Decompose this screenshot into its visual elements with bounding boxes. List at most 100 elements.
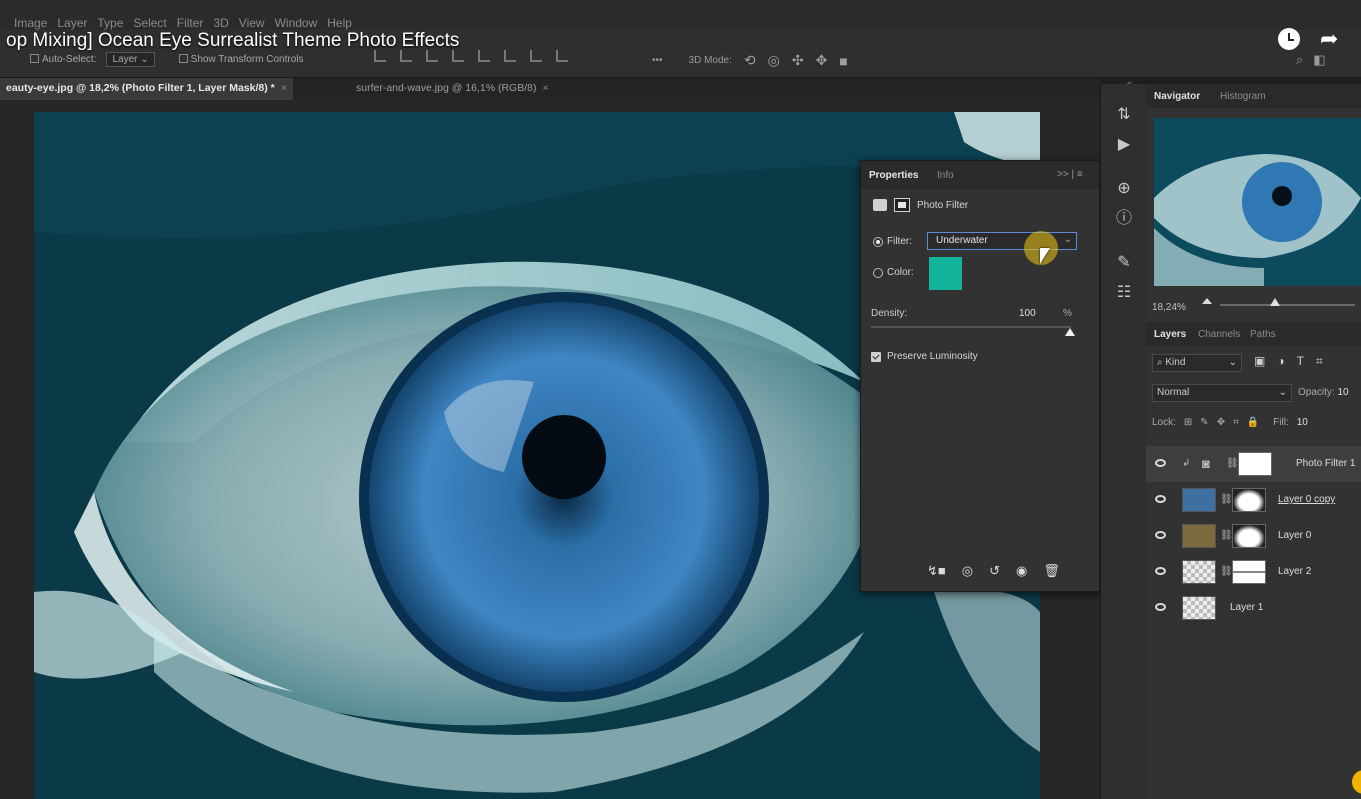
menu-type[interactable]: Type	[97, 16, 123, 30]
color-radio[interactable]	[873, 268, 883, 278]
history-icon[interactable]: ⇅	[1115, 106, 1133, 124]
share-icon[interactable]: ➦	[1320, 28, 1338, 50]
auto-select-checkbox[interactable]: Auto-Select:	[30, 54, 96, 65]
pan-3d-icon[interactable]: ✣	[792, 52, 804, 69]
layer-row-layer-0[interactable]: ⛓ Layer 0	[1146, 518, 1361, 554]
more-options-button[interactable]: •••	[652, 55, 663, 66]
tab-navigator[interactable]: Navigator	[1154, 91, 1200, 102]
color-swatch[interactable]	[929, 257, 962, 290]
menu-3d[interactable]: 3D	[213, 16, 228, 30]
lock-brush-icon[interactable]: ✎	[1200, 417, 1208, 428]
close-icon[interactable]: ×	[281, 82, 287, 94]
adjustment-filter-icon[interactable]: ◑	[1277, 354, 1284, 369]
distribute-left-icon[interactable]	[556, 50, 568, 62]
reset-icon[interactable]: ↺	[989, 563, 1000, 579]
lock-all-icon[interactable]: 🔒	[1247, 417, 1259, 428]
adjustments-icon[interactable]: ⊕	[1115, 180, 1133, 198]
link-icon[interactable]: ⛓	[1220, 530, 1233, 541]
panel-menu-icon[interactable]: >> | ≡	[1057, 169, 1083, 180]
layer-row-layer-1[interactable]: Layer 1	[1146, 590, 1361, 626]
eye-icon[interactable]	[1155, 567, 1166, 575]
menu-layer[interactable]: Layer	[57, 16, 87, 30]
layer-mask-thumbnail[interactable]	[1232, 488, 1266, 512]
tab-label: surfer-and-wave.jpg @ 16,1% (RGB/8)	[356, 82, 537, 94]
zoom-out-icon[interactable]	[1202, 298, 1212, 304]
distribute-vcenter-icon[interactable]	[504, 50, 516, 62]
tab-histogram[interactable]: Histogram	[1220, 91, 1266, 102]
layer-mask-icon[interactable]	[894, 198, 910, 212]
link-icon[interactable]: ⛓	[1220, 566, 1233, 577]
brush-settings-icon[interactable]: ✎	[1115, 254, 1133, 272]
density-slider[interactable]	[871, 326, 1071, 328]
layer-row-layer-0-copy[interactable]: ⛓ Layer 0 copy	[1146, 482, 1361, 518]
layer-thumbnail[interactable]	[1182, 524, 1216, 548]
show-transform-controls-checkbox[interactable]: Show Transform Controls	[178, 54, 304, 65]
scale-3d-icon[interactable]: ■	[839, 53, 847, 69]
opacity-value[interactable]: 10	[1337, 387, 1348, 398]
distribute-bottom-icon[interactable]	[530, 50, 542, 62]
menu-help[interactable]: Help	[327, 16, 352, 30]
layer-thumbnail[interactable]	[1182, 488, 1216, 512]
layer-row-layer-2[interactable]: ⛓ Layer 2	[1146, 554, 1361, 590]
distribute-top-icon[interactable]	[478, 50, 490, 62]
eye-icon[interactable]	[1155, 495, 1166, 503]
tab-properties[interactable]: Properties	[869, 170, 918, 181]
zoom-slider-handle[interactable]	[1270, 298, 1280, 306]
clock-icon[interactable]	[1278, 28, 1300, 50]
layer-thumbnail[interactable]	[1182, 560, 1216, 584]
navigator-thumbnail[interactable]	[1154, 118, 1361, 286]
menu-filter[interactable]: Filter	[177, 16, 204, 30]
search-icon[interactable]: ⌕	[1296, 52, 1303, 68]
eye-icon[interactable]	[1155, 531, 1166, 539]
menu-window[interactable]: Window	[275, 16, 318, 30]
roll-icon[interactable]: ◎	[768, 52, 780, 69]
play-actions-icon[interactable]: ▶	[1115, 136, 1133, 154]
close-icon[interactable]: ×	[542, 82, 548, 94]
trash-icon[interactable]: 🗑	[1043, 563, 1060, 579]
density-slider-handle[interactable]	[1065, 328, 1075, 336]
opacity-control[interactable]: Opacity: 10	[1298, 387, 1349, 398]
orbit-icon[interactable]: ⟲	[744, 52, 756, 69]
menu-select[interactable]: Select	[133, 16, 166, 30]
eye-icon[interactable]	[1155, 603, 1166, 611]
tab-info[interactable]: Info	[937, 170, 954, 181]
preserve-luminosity-checkbox[interactable]: Preserve Luminosity	[871, 351, 978, 362]
workspace-icon[interactable]: ◧	[1313, 52, 1325, 68]
lock-position-icon[interactable]: ✥	[1217, 417, 1225, 428]
menu-image[interactable]: Image	[14, 16, 47, 30]
shape-filter-icon[interactable]: ⌗	[1316, 354, 1323, 369]
navigator-zoom-slider[interactable]	[1220, 298, 1355, 306]
visibility-icon[interactable]: ◉	[1016, 563, 1027, 579]
filter-radio[interactable]	[873, 237, 883, 247]
link-icon[interactable]: ⛓	[1220, 494, 1233, 505]
image-filter-icon[interactable]: ▣	[1254, 354, 1265, 369]
slide-3d-icon[interactable]: ✥	[816, 52, 828, 69]
layer-mask-thumbnail[interactable]	[1232, 560, 1266, 584]
view-previous-state-icon[interactable]: ◎	[962, 563, 973, 579]
tab-surfer-and-wave[interactable]: surfer-and-wave.jpg @ 16,1% (RGB/8) ×	[350, 78, 555, 100]
fill-value[interactable]: 10	[1297, 417, 1308, 428]
menu-view[interactable]: View	[239, 16, 265, 30]
layer-kind-filter[interactable]: ⌕ Kind ⌄	[1152, 354, 1242, 372]
density-input[interactable]: 100	[1019, 308, 1036, 319]
lock-artboard-icon[interactable]: ⌗	[1233, 417, 1239, 428]
layer-mask-thumbnail[interactable]	[1232, 524, 1266, 548]
eye-icon[interactable]	[1155, 459, 1166, 467]
photo-filter-icon[interactable]	[873, 199, 887, 211]
sliders-icon[interactable]: ☷	[1115, 284, 1133, 302]
lock-pixels-icon[interactable]: ⊞	[1184, 417, 1192, 428]
auto-select-target-dropdown[interactable]: Layer ⌄	[106, 52, 155, 67]
tab-channels[interactable]: Channels	[1198, 329, 1240, 340]
layer-row-photo-filter-1[interactable]: ↲ ◙ ⛓ Photo Filter 1	[1146, 446, 1361, 482]
tab-beauty-eye[interactable]: eauty-eye.jpg @ 18,2% (Photo Filter 1, L…	[0, 78, 293, 100]
link-icon[interactable]: ⛓	[1226, 458, 1239, 469]
type-filter-icon[interactable]: T	[1297, 354, 1304, 369]
blend-mode-dropdown[interactable]: Normal ⌄	[1152, 384, 1292, 402]
tab-paths[interactable]: Paths	[1250, 329, 1276, 340]
tab-layers[interactable]: Layers	[1154, 329, 1186, 340]
layer-thumbnail[interactable]	[1182, 596, 1216, 620]
clip-to-layer-icon[interactable]: ↯■	[927, 563, 946, 579]
info-icon[interactable]: ⓘ	[1115, 210, 1133, 228]
layer-mask-thumbnail[interactable]	[1238, 452, 1272, 476]
navigator-zoom[interactable]: 18,24%	[1152, 302, 1186, 313]
